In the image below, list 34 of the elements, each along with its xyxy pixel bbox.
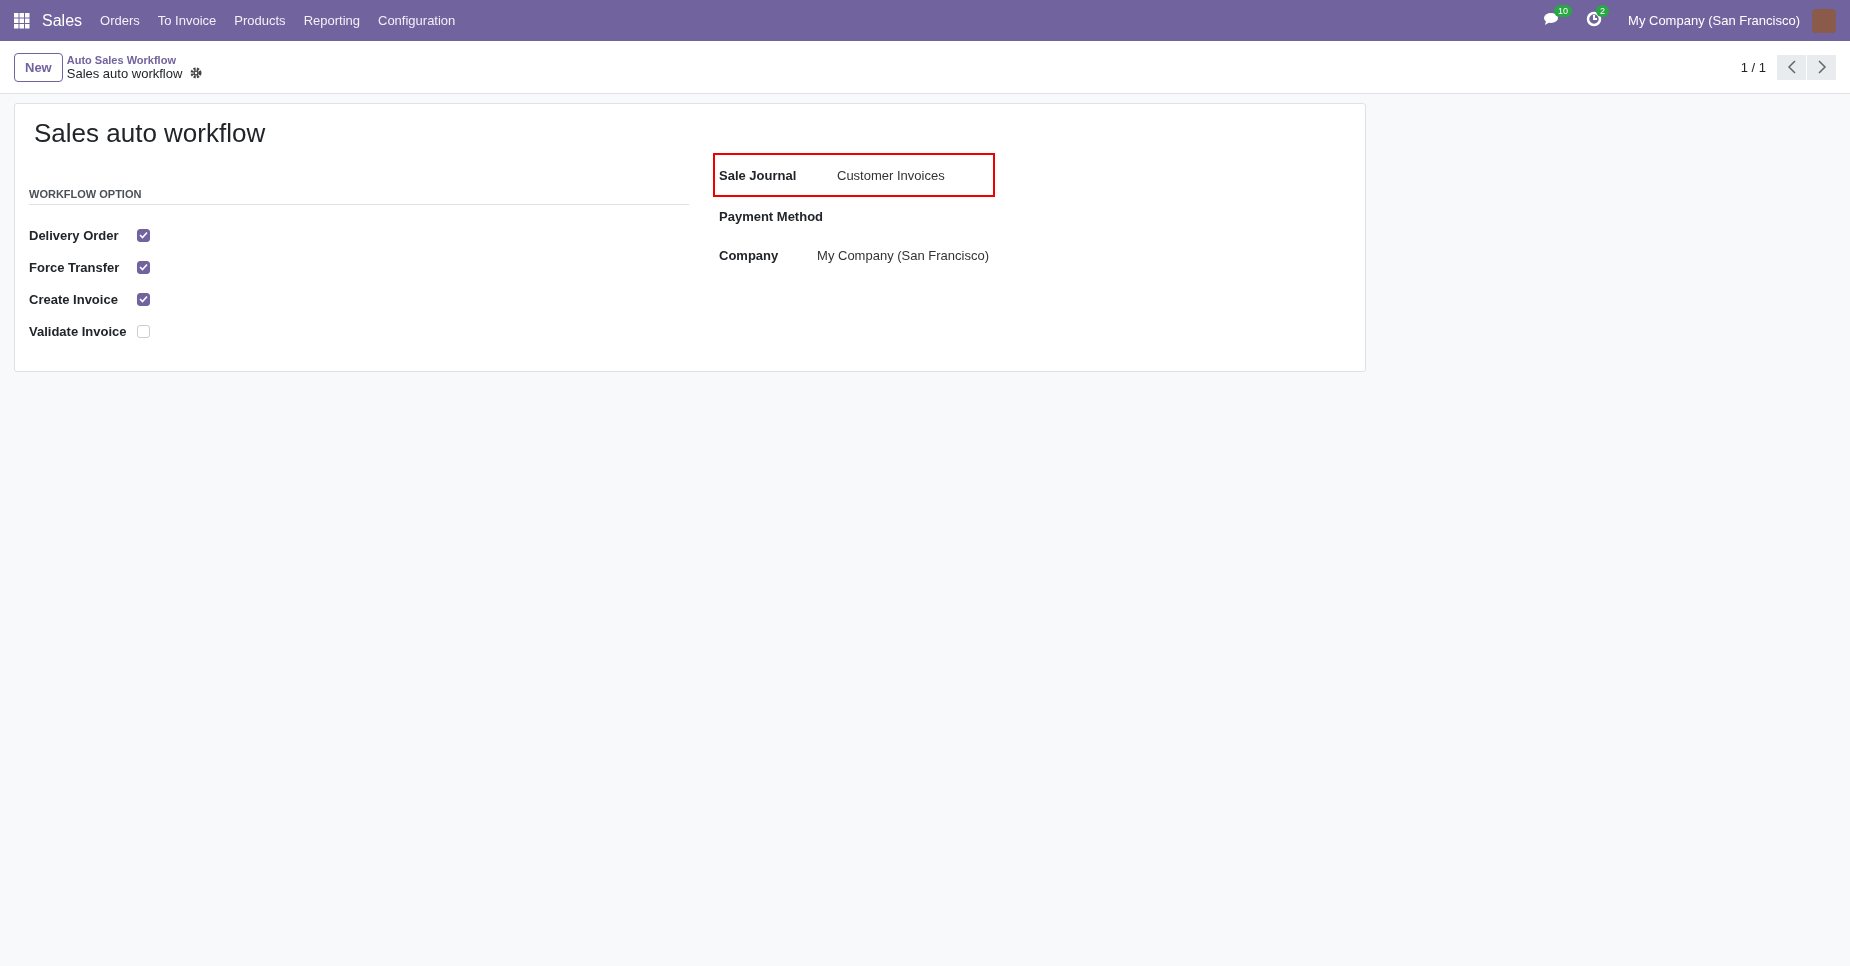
field-label: Delivery Order xyxy=(29,227,120,243)
field-label: Force Transfer xyxy=(29,259,121,275)
clock-icon[interactable] xyxy=(1586,10,1603,27)
apps-grid-icon[interactable] xyxy=(14,12,30,29)
breadcrumb-link[interactable]: Auto Sales Workflow xyxy=(66,53,203,66)
app-name[interactable]: Sales xyxy=(42,11,83,30)
checkbox[interactable] xyxy=(137,292,150,306)
activity-count-badge: 2 xyxy=(1596,4,1610,17)
settings-icon[interactable] xyxy=(190,67,203,79)
chevron-right-icon xyxy=(1816,60,1827,74)
field-label: Company xyxy=(719,248,780,263)
chevron-left-icon xyxy=(1786,60,1797,74)
field-value[interactable]: Customer Invoices xyxy=(837,167,945,183)
previous-button[interactable] xyxy=(1777,54,1806,80)
company-switcher[interactable]: My Company (San Francisco) xyxy=(1628,13,1800,28)
field-label: Payment Method xyxy=(719,209,824,224)
record-title: Sales auto workflow xyxy=(34,118,267,149)
pager-value: 1 / 1 xyxy=(1740,59,1766,75)
message-count-badge: 10 xyxy=(1554,4,1573,17)
new-button[interactable]: New xyxy=(14,52,63,82)
menu-item[interactable]: Orders xyxy=(100,13,140,28)
section-heading: WORKFLOW OPTION xyxy=(29,188,689,205)
menu-item[interactable]: Reporting xyxy=(303,13,360,28)
menu-item[interactable]: Configuration xyxy=(378,13,456,28)
checkbox[interactable] xyxy=(137,260,150,274)
menu-item[interactable]: Products xyxy=(234,13,286,28)
field-value[interactable]: My Company (San Francisco) xyxy=(817,248,989,263)
menu-item[interactable]: To Invoice xyxy=(157,13,217,28)
field-label: Sale Journal xyxy=(719,167,798,183)
next-button[interactable] xyxy=(1807,54,1836,80)
field-label: Create Invoice xyxy=(29,291,119,307)
record-name: Sales auto workflow xyxy=(66,65,183,81)
checkbox[interactable] xyxy=(137,228,150,242)
field-label: Validate Invoice xyxy=(29,323,128,339)
